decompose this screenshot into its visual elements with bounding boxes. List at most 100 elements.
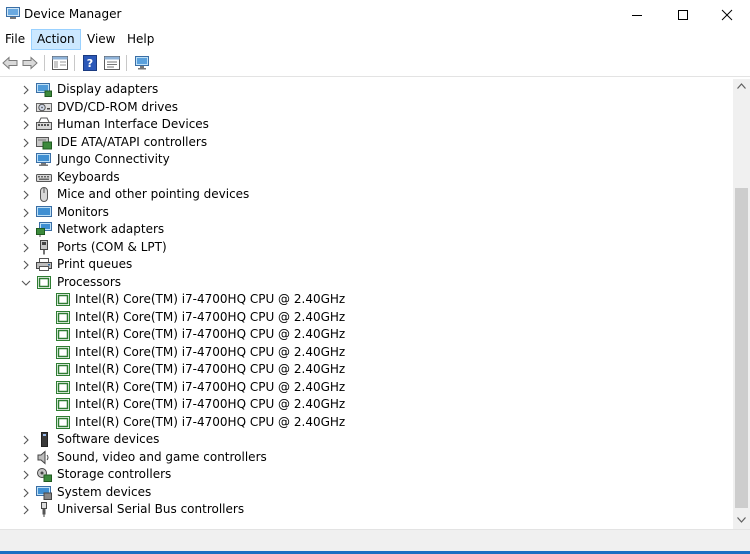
maximize-button[interactable] bbox=[660, 0, 706, 29]
window-title: Device Manager bbox=[24, 7, 122, 21]
chevron-right-icon[interactable] bbox=[21, 488, 31, 498]
printer-icon bbox=[36, 258, 52, 271]
scan-hardware-button[interactable] bbox=[132, 54, 152, 72]
device-tree: Display adapters DVD/CD-ROM drives Human… bbox=[0, 79, 733, 529]
hid-icon bbox=[36, 117, 52, 130]
tree-node-label: Software devices bbox=[57, 432, 160, 446]
tree-node-ide-controllers[interactable]: IDE ATA/ATAPI controllers bbox=[0, 134, 733, 151]
tree-node-network-adapters[interactable]: Network adapters bbox=[0, 221, 733, 238]
menu-file[interactable]: File bbox=[0, 29, 30, 50]
cpu-icon bbox=[56, 345, 70, 359]
chevron-right-icon[interactable] bbox=[21, 103, 31, 113]
forward-button[interactable] bbox=[20, 54, 40, 72]
speaker-icon bbox=[37, 449, 49, 465]
chevron-right-icon[interactable] bbox=[21, 190, 31, 200]
tree-node-cpu[interactable]: Intel(R) Core(TM) i7-4700HQ CPU @ 2.40GH… bbox=[0, 344, 733, 361]
close-button[interactable] bbox=[704, 0, 750, 29]
scan-hardware-icon bbox=[135, 55, 149, 69]
port-icon bbox=[40, 239, 48, 254]
tree-node-display-adapters[interactable]: Display adapters bbox=[0, 81, 733, 98]
device-manager-app-icon bbox=[6, 7, 20, 19]
cpu-icon bbox=[56, 310, 70, 324]
chevron-right-icon[interactable] bbox=[21, 138, 31, 148]
tree-node-jungo-connectivity[interactable]: Jungo Connectivity bbox=[0, 151, 733, 168]
tree-node-cpu[interactable]: Intel(R) Core(TM) i7-4700HQ CPU @ 2.40GH… bbox=[0, 379, 733, 396]
cpu-icon bbox=[56, 363, 70, 376]
chevron-right-icon[interactable] bbox=[21, 470, 31, 480]
menu-action[interactable]: Action bbox=[31, 29, 81, 50]
ide-controller-icon bbox=[36, 136, 52, 149]
tree-node-processors[interactable]: Processors bbox=[0, 274, 733, 291]
tree-node-system-devices[interactable]: System devices bbox=[0, 484, 733, 501]
tree-node-monitors[interactable]: Monitors bbox=[0, 204, 733, 221]
tree-node-sound-controllers[interactable]: Sound, video and game controllers bbox=[0, 449, 733, 466]
tree-node-label: Network adapters bbox=[57, 222, 165, 236]
toolbar-separator bbox=[44, 55, 45, 71]
chevron-right-icon[interactable] bbox=[21, 173, 31, 183]
mouse-icon bbox=[40, 187, 48, 202]
tree-node-label: Storage controllers bbox=[57, 467, 172, 481]
software-device-icon bbox=[41, 432, 48, 447]
tree-node-software-devices[interactable]: Software devices bbox=[0, 431, 733, 448]
tree-node-print-queues[interactable]: Print queues bbox=[0, 256, 733, 273]
tree-node-label: Display adapters bbox=[57, 82, 159, 96]
show-hide-console-tree-button[interactable] bbox=[50, 54, 70, 72]
cpu-icon bbox=[56, 415, 70, 429]
tree-node-label: Print queues bbox=[57, 257, 133, 271]
minimize-button[interactable] bbox=[614, 0, 660, 29]
chevron-right-icon[interactable] bbox=[21, 85, 31, 95]
vertical-scrollbar[interactable] bbox=[733, 79, 750, 529]
properties-button[interactable] bbox=[102, 54, 122, 72]
tree-node-usb-controllers[interactable]: Universal Serial Bus controllers bbox=[0, 501, 733, 518]
tree-node-label: Ports (COM & LPT) bbox=[57, 239, 167, 254]
chevron-right-icon[interactable] bbox=[21, 120, 31, 130]
chevron-right-icon[interactable] bbox=[21, 260, 31, 270]
tree-node-label: Mice and other pointing devices bbox=[57, 187, 250, 201]
scroll-up-arrow-icon[interactable] bbox=[737, 83, 746, 89]
tree-node-label: Processors bbox=[57, 274, 122, 289]
chevron-right-icon[interactable] bbox=[21, 453, 31, 463]
console-tree-icon bbox=[52, 56, 68, 70]
chevron-right-icon[interactable] bbox=[21, 435, 31, 445]
back-arrow-icon bbox=[2, 56, 18, 70]
dvd-drive-icon bbox=[36, 102, 52, 112]
tree-node-mice[interactable]: Mice and other pointing devices bbox=[0, 186, 733, 203]
tree-node-human-interface-devices[interactable]: Human Interface Devices bbox=[0, 116, 733, 133]
display-adapter-icon bbox=[36, 83, 52, 97]
scroll-down-arrow-icon[interactable] bbox=[737, 517, 746, 523]
tree-node-cpu[interactable]: Intel(R) Core(TM) i7-4700HQ CPU @ 2.40GH… bbox=[0, 396, 733, 413]
tree-node-ports[interactable]: Ports (COM & LPT) bbox=[0, 239, 733, 256]
toolbar-separator bbox=[126, 55, 127, 71]
tree-node-storage-controllers[interactable]: Storage controllers bbox=[0, 466, 733, 483]
menu-help[interactable]: Help bbox=[122, 29, 159, 50]
help-button[interactable]: ? bbox=[80, 54, 100, 72]
cpu-icon bbox=[56, 328, 70, 341]
scrollbar-thumb[interactable] bbox=[735, 188, 748, 508]
tree-node-label: Sound, video and game controllers bbox=[57, 449, 267, 464]
svg-text:?: ? bbox=[87, 57, 93, 70]
toolbar: ? bbox=[0, 51, 750, 77]
tree-node-keyboards[interactable]: Keyboards bbox=[0, 169, 733, 186]
jungo-icon bbox=[36, 153, 51, 166]
menu-view[interactable]: View bbox=[82, 29, 120, 50]
tree-node-cpu[interactable]: Intel(R) Core(TM) i7-4700HQ CPU @ 2.40GH… bbox=[0, 291, 733, 308]
tree-node-label: System devices bbox=[57, 484, 152, 499]
cpu-icon bbox=[56, 293, 70, 306]
chevron-right-icon[interactable] bbox=[21, 225, 31, 235]
tree-node-label: Intel(R) Core(TM) i7-4700HQ CPU @ 2.40GH… bbox=[75, 344, 346, 359]
tree-node-cpu[interactable]: Intel(R) Core(TM) i7-4700HQ CPU @ 2.40GH… bbox=[0, 361, 733, 378]
chevron-right-icon[interactable] bbox=[21, 155, 31, 165]
usb-icon bbox=[41, 502, 47, 517]
tree-node-cpu[interactable]: Intel(R) Core(TM) i7-4700HQ CPU @ 2.40GH… bbox=[0, 326, 733, 343]
chevron-right-icon[interactable] bbox=[21, 208, 31, 218]
tree-node-cpu[interactable]: Intel(R) Core(TM) i7-4700HQ CPU @ 2.40GH… bbox=[0, 309, 733, 326]
properties-icon bbox=[104, 56, 120, 70]
chevron-right-icon[interactable] bbox=[21, 505, 31, 515]
tree-node-cpu[interactable]: Intel(R) Core(TM) i7-4700HQ CPU @ 2.40GH… bbox=[0, 414, 733, 431]
tree-node-dvd-drives[interactable]: DVD/CD-ROM drives bbox=[0, 99, 733, 116]
tree-node-label: Intel(R) Core(TM) i7-4700HQ CPU @ 2.40GH… bbox=[75, 327, 346, 341]
chevron-down-icon[interactable] bbox=[21, 278, 31, 288]
back-button[interactable] bbox=[0, 54, 20, 72]
tree-node-label: IDE ATA/ATAPI controllers bbox=[57, 134, 208, 149]
chevron-right-icon[interactable] bbox=[21, 243, 31, 253]
